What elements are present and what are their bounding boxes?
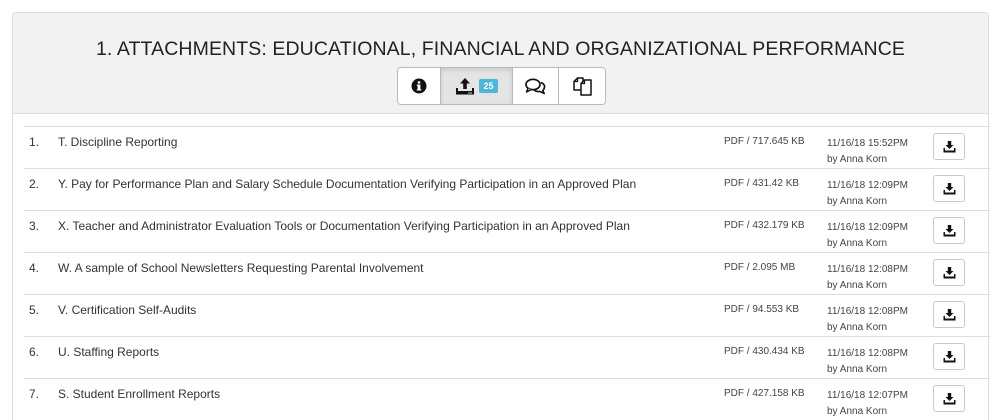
file-size: PDF / 432.179 KB bbox=[724, 220, 805, 231]
file-size: PDF / 430.434 KB bbox=[724, 346, 805, 357]
download-button[interactable] bbox=[933, 217, 965, 244]
attachment-row: 5. V. Certification Self-Audits PDF / 94… bbox=[24, 295, 990, 337]
upload-info: 11/16/18 12:09PM by Anna Korn bbox=[827, 220, 908, 252]
panel-header: 1. ATTACHMENTS: EDUCATIONAL, FINANCIAL A… bbox=[13, 13, 988, 114]
uploaded-by: by Anna Korn bbox=[827, 406, 888, 417]
upload-date: 11/16/18 12:08PM bbox=[827, 348, 908, 359]
attachment-row: 6. U. Staffing Reports PDF / 430.434 KB … bbox=[24, 337, 990, 379]
upload-info: 11/16/18 12:08PM by Anna Korn bbox=[827, 346, 908, 378]
upload-date: 11/16/18 12:09PM bbox=[827, 180, 908, 191]
download-icon bbox=[943, 224, 955, 236]
upload-info: 11/16/18 12:09PM by Anna Korn bbox=[827, 178, 908, 210]
upload-info: 11/16/18 12:07PM by Anna Korn bbox=[827, 388, 908, 420]
upload-info: 11/16/18 15:52PM by Anna Korn bbox=[827, 136, 908, 168]
file-size: PDF / 431.42 KB bbox=[724, 178, 800, 189]
uploaded-by: by Anna Korn bbox=[827, 238, 888, 249]
upload-date: 11/16/18 15:52PM bbox=[827, 138, 908, 149]
attachment-title[interactable]: S. Student Enrollment Reports bbox=[58, 387, 220, 401]
attachment-title[interactable]: W. A sample of School Newsletters Reques… bbox=[58, 261, 424, 275]
tab-info[interactable] bbox=[398, 68, 441, 104]
download-button[interactable] bbox=[933, 133, 965, 160]
upload-info: 11/16/18 12:08PM by Anna Korn bbox=[827, 262, 908, 294]
comments-icon bbox=[525, 77, 546, 94]
tab-comments[interactable] bbox=[513, 68, 559, 104]
uploaded-by: by Anna Korn bbox=[827, 154, 888, 165]
tab-copy[interactable] bbox=[559, 68, 605, 104]
row-number: 2. bbox=[29, 177, 40, 191]
file-size: PDF / 427.158 KB bbox=[724, 388, 805, 399]
info-icon bbox=[411, 78, 427, 94]
uploaded-by: by Anna Korn bbox=[827, 196, 888, 207]
upload-count-badge: 25 bbox=[479, 79, 498, 93]
tab-button-group: 25 bbox=[397, 67, 606, 105]
file-size: PDF / 94.553 KB bbox=[724, 304, 800, 315]
file-size: PDF / 717.645 KB bbox=[724, 136, 805, 147]
attachment-row: 3. X. Teacher and Administrator Evaluati… bbox=[24, 211, 990, 253]
panel-title: 1. ATTACHMENTS: EDUCATIONAL, FINANCIAL A… bbox=[95, 38, 906, 60]
attachment-row: 2. Y. Pay for Performance Plan and Salar… bbox=[24, 169, 990, 211]
attachment-title[interactable]: Y. Pay for Performance Plan and Salary S… bbox=[58, 177, 636, 191]
uploaded-by: by Anna Korn bbox=[827, 280, 888, 291]
upload-date: 11/16/18 12:09PM bbox=[827, 222, 908, 233]
download-button[interactable] bbox=[933, 175, 965, 202]
attachment-title[interactable]: X. Teacher and Administrator Evaluation … bbox=[58, 219, 630, 233]
attachment-title[interactable]: T. Discipline Reporting bbox=[58, 135, 177, 149]
attachment-row: 4. W. A sample of School Newsletters Req… bbox=[24, 253, 990, 295]
attachments-panel: 1. ATTACHMENTS: EDUCATIONAL, FINANCIAL A… bbox=[12, 12, 990, 420]
download-button[interactable] bbox=[933, 385, 965, 412]
uploaded-by: by Anna Korn bbox=[827, 364, 888, 375]
download-icon bbox=[943, 392, 955, 404]
attachment-title[interactable]: U. Staffing Reports bbox=[58, 345, 159, 359]
attachment-title[interactable]: V. Certification Self-Audits bbox=[58, 303, 196, 317]
upload-date: 11/16/18 12:07PM bbox=[827, 390, 908, 401]
download-icon bbox=[943, 140, 955, 152]
download-icon bbox=[943, 182, 955, 194]
row-number: 3. bbox=[29, 219, 40, 233]
row-number: 4. bbox=[29, 261, 40, 275]
row-number: 1. bbox=[29, 135, 40, 149]
upload-info: 11/16/18 12:08PM by Anna Korn bbox=[827, 304, 908, 336]
upload-icon bbox=[456, 77, 475, 94]
attachment-row: 7. S. Student Enrollment Reports PDF / 4… bbox=[24, 379, 990, 420]
download-button[interactable] bbox=[933, 259, 965, 286]
attachments-table: 1. T. Discipline Reporting PDF / 717.645… bbox=[24, 126, 990, 420]
uploaded-by: by Anna Korn bbox=[827, 322, 888, 333]
download-button[interactable] bbox=[933, 301, 965, 328]
upload-date: 11/16/18 12:08PM bbox=[827, 264, 908, 275]
row-number: 6. bbox=[29, 345, 40, 359]
file-size: PDF / 2.095 MB bbox=[724, 262, 796, 273]
row-number: 5. bbox=[29, 303, 40, 317]
download-button[interactable] bbox=[933, 343, 965, 370]
attachment-row: 1. T. Discipline Reporting PDF / 717.645… bbox=[24, 127, 990, 169]
download-icon bbox=[943, 350, 955, 362]
upload-date: 11/16/18 12:08PM bbox=[827, 306, 908, 317]
download-icon bbox=[943, 308, 955, 320]
download-icon bbox=[943, 266, 955, 278]
row-number: 7. bbox=[29, 387, 40, 401]
copy-icon bbox=[572, 76, 592, 96]
tab-uploads[interactable]: 25 bbox=[441, 68, 513, 104]
